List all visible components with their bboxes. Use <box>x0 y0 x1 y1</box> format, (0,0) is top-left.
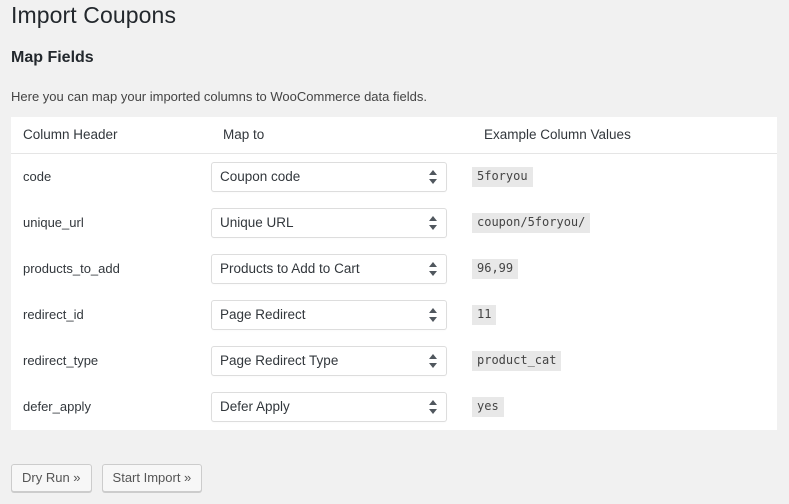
map-fields-panel: Column Header Map to Example Column Valu… <box>11 117 777 430</box>
example-value: yes <box>472 396 504 417</box>
cell-map-to: Products to Add to Cart <box>211 245 472 292</box>
example-value: coupon/5foryou/ <box>472 212 591 233</box>
map-to-select-wrapper: Products to Add to Cart <box>211 253 447 284</box>
import-coupons-page: Import Coupons Map Fields Here you can m… <box>0 0 789 504</box>
table-row: defer_apply Defer Apply yes <box>11 383 777 430</box>
cell-example-values: 5foryou <box>472 153 777 200</box>
column-header-value: redirect_id <box>23 306 84 322</box>
cell-example-values: 96,99 <box>472 245 777 292</box>
example-value: product_cat <box>472 350 562 371</box>
table-header-row: Column Header Map to Example Column Valu… <box>11 117 777 154</box>
cell-column-header: code <box>11 153 211 200</box>
map-to-select-products_to_add[interactable]: Products to Add to Cart <box>211 253 447 284</box>
cell-example-values: yes <box>472 383 777 430</box>
column-header-column-header: Column Header <box>11 117 211 154</box>
column-header-value: unique_url <box>23 214 84 230</box>
column-header-value: code <box>23 168 52 184</box>
cell-column-header: unique_url <box>11 199 211 246</box>
cell-map-to: Page Redirect <box>211 291 472 338</box>
map-to-select-defer_apply[interactable]: Defer Apply <box>211 391 447 422</box>
cell-example-values: 11 <box>472 291 777 338</box>
cell-map-to: Defer Apply <box>211 383 472 430</box>
map-to-select-unique_url[interactable]: Unique URL <box>211 207 447 238</box>
column-header-map-to: Map to <box>211 117 472 154</box>
table-row: redirect_type Page Redirect Type product_c… <box>11 337 777 384</box>
table-row: redirect_id Page Redirect 11 <box>11 291 777 338</box>
cell-column-header: redirect_id <box>11 291 211 338</box>
column-header-value: products_to_add <box>23 260 120 276</box>
map-fields-table: Column Header Map to Example Column Valu… <box>11 117 777 430</box>
map-to-select-wrapper: Defer Apply <box>211 391 447 422</box>
map-to-select-code[interactable]: Coupon code <box>211 161 447 192</box>
table-row: products_to_add Products to Add to Cart 96… <box>11 245 777 292</box>
cell-column-header: defer_apply <box>11 383 211 430</box>
start-import-button[interactable]: Start Import » <box>101 464 203 492</box>
action-button-bar: Dry Run » Start Import » <box>11 464 203 492</box>
map-to-select-redirect_type[interactable]: Page Redirect Type <box>211 345 447 376</box>
table-body: code Coupon code 5foryou unique_url Unique U… <box>11 153 777 430</box>
cell-example-values: coupon/5foryou/ <box>472 199 777 246</box>
cell-map-to: Coupon code <box>211 153 472 200</box>
column-header-value: defer_apply <box>23 398 91 414</box>
table-row: unique_url Unique URL coupon/5foryou/ <box>11 199 777 246</box>
cell-map-to: Page Redirect Type <box>211 337 472 384</box>
example-value: 96,99 <box>472 258 519 279</box>
cell-map-to: Unique URL <box>211 199 472 246</box>
column-header-example-values: Example Column Values <box>472 117 777 154</box>
example-value: 11 <box>472 304 497 325</box>
cell-example-values: product_cat <box>472 337 777 384</box>
cell-column-header: products_to_add <box>11 245 211 292</box>
map-to-select-wrapper: Coupon code <box>211 161 447 192</box>
table-head: Column Header Map to Example Column Valu… <box>11 117 777 154</box>
map-to-select-redirect_id[interactable]: Page Redirect <box>211 299 447 330</box>
section-title-map-fields: Map Fields <box>11 49 94 66</box>
map-to-select-wrapper: Page Redirect Type <box>211 345 447 376</box>
map-to-select-wrapper: Unique URL <box>211 207 447 238</box>
map-to-select-wrapper: Page Redirect <box>211 299 447 330</box>
table-row: code Coupon code 5foryou <box>11 153 777 200</box>
dry-run-button[interactable]: Dry Run » <box>11 464 92 492</box>
column-header-value: redirect_type <box>23 352 99 368</box>
cell-column-header: redirect_type <box>11 337 211 384</box>
example-value: 5foryou <box>472 166 533 187</box>
page-title: Import Coupons <box>11 2 177 28</box>
intro-description: Here you can map your imported columns t… <box>11 89 427 104</box>
